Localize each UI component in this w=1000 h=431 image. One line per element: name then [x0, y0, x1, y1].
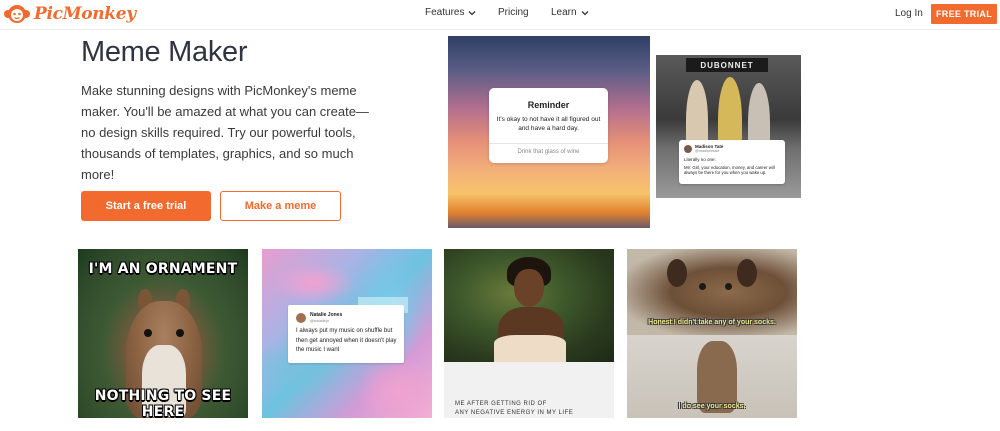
- avatar: [684, 145, 692, 153]
- nav-pricing[interactable]: Pricing: [498, 7, 529, 18]
- brand-logo[interactable]: PicMonkey: [4, 3, 136, 25]
- nav-features-label: Features: [425, 7, 465, 18]
- nav-learn-label: Learn: [551, 7, 577, 18]
- squirrel-eye: [176, 329, 184, 337]
- tweet-text: I always put my music on shuffle but the…: [296, 328, 397, 353]
- woman-meme-image: ME AFTER GETTING RID OF ANY NEGATIVE ENE…: [444, 249, 614, 418]
- street-photo-meme-image: DUBONNET Madison Tate @madisontate Liter…: [656, 55, 801, 198]
- chevron-down-icon: [581, 10, 589, 15]
- woman-top: [494, 335, 566, 362]
- dog-eye: [699, 283, 706, 290]
- meme-bottom-text: I do see your socks.: [678, 403, 746, 410]
- street-sign: DUBONNET: [686, 58, 768, 72]
- nav-learn[interactable]: Learn: [551, 7, 589, 18]
- make-a-meme-button[interactable]: Make a meme: [220, 191, 341, 221]
- tweet-handle: @nataliejo: [310, 318, 329, 323]
- tweet-card: Madison Tate @madisontate Literally no o…: [679, 140, 785, 184]
- reminder-body: It's okay to not have it all figured out…: [496, 116, 601, 132]
- brand-name: PicMonkey: [34, 4, 136, 24]
- tweet-card: Natalie Jones @nataliejo I always put my…: [288, 305, 404, 363]
- caption-line: ME AFTER GETTING RID OF: [455, 401, 547, 407]
- reminder-title: Reminder: [527, 100, 570, 110]
- reminder-footer: Drink that glass of wine: [517, 149, 580, 155]
- tweet-text: Literally no one:: [684, 157, 716, 162]
- dog-meme-image: Honest I didn't take any of your socks. …: [627, 249, 797, 418]
- tweet-handle: @madisontate: [695, 149, 720, 153]
- squirrel-meme-image: I'M AN ORNAMENT NOTHING TO SEE HERE: [78, 249, 248, 418]
- reminder-card: Reminder It's okay to not have it all fi…: [489, 88, 608, 163]
- caption-line: ANY NEGATIVE ENERGY IN MY LIFE: [455, 410, 574, 416]
- marble-tweet-meme-image: Natalie Jones @nataliejo I always put my…: [262, 249, 432, 418]
- nav-features[interactable]: Features: [425, 7, 476, 18]
- woman-photo: [444, 249, 614, 362]
- avatar: [296, 313, 306, 323]
- dog-ear: [737, 259, 757, 287]
- chevron-down-icon: [469, 10, 476, 15]
- page-title: Meme Maker: [81, 36, 248, 68]
- dog-ear: [667, 259, 687, 287]
- hero-description: Make stunning designs with PicMonkey's m…: [81, 83, 369, 182]
- tweet-text: Me: Girl, your education, money, and car…: [684, 165, 775, 176]
- login-link[interactable]: Log In: [895, 8, 923, 19]
- woman-face: [514, 269, 544, 307]
- free-trial-button[interactable]: FREE TRIAL: [931, 4, 997, 24]
- divider: [489, 143, 608, 144]
- start-free-trial-button[interactable]: Start a free trial: [81, 191, 211, 221]
- squirrel-eye: [144, 329, 152, 337]
- meme-caption: ME AFTER GETTING RID OF ANY NEGATIVE ENE…: [455, 400, 573, 418]
- meme-top-text: I'M AN ORNAMENT: [88, 261, 238, 277]
- meme-top-text: Honest I didn't take any of your socks.: [648, 319, 776, 326]
- monkey-logo-icon: [4, 3, 30, 25]
- sunset-meme-image: Reminder It's okay to not have it all fi…: [448, 36, 650, 228]
- dog-eye: [725, 283, 732, 290]
- meme-bottom-text: NOTHING TO SEE HERE: [94, 388, 232, 418]
- site-header: PicMonkey Features Pricing Learn Log In …: [0, 0, 1000, 30]
- nav-pricing-label: Pricing: [498, 7, 529, 18]
